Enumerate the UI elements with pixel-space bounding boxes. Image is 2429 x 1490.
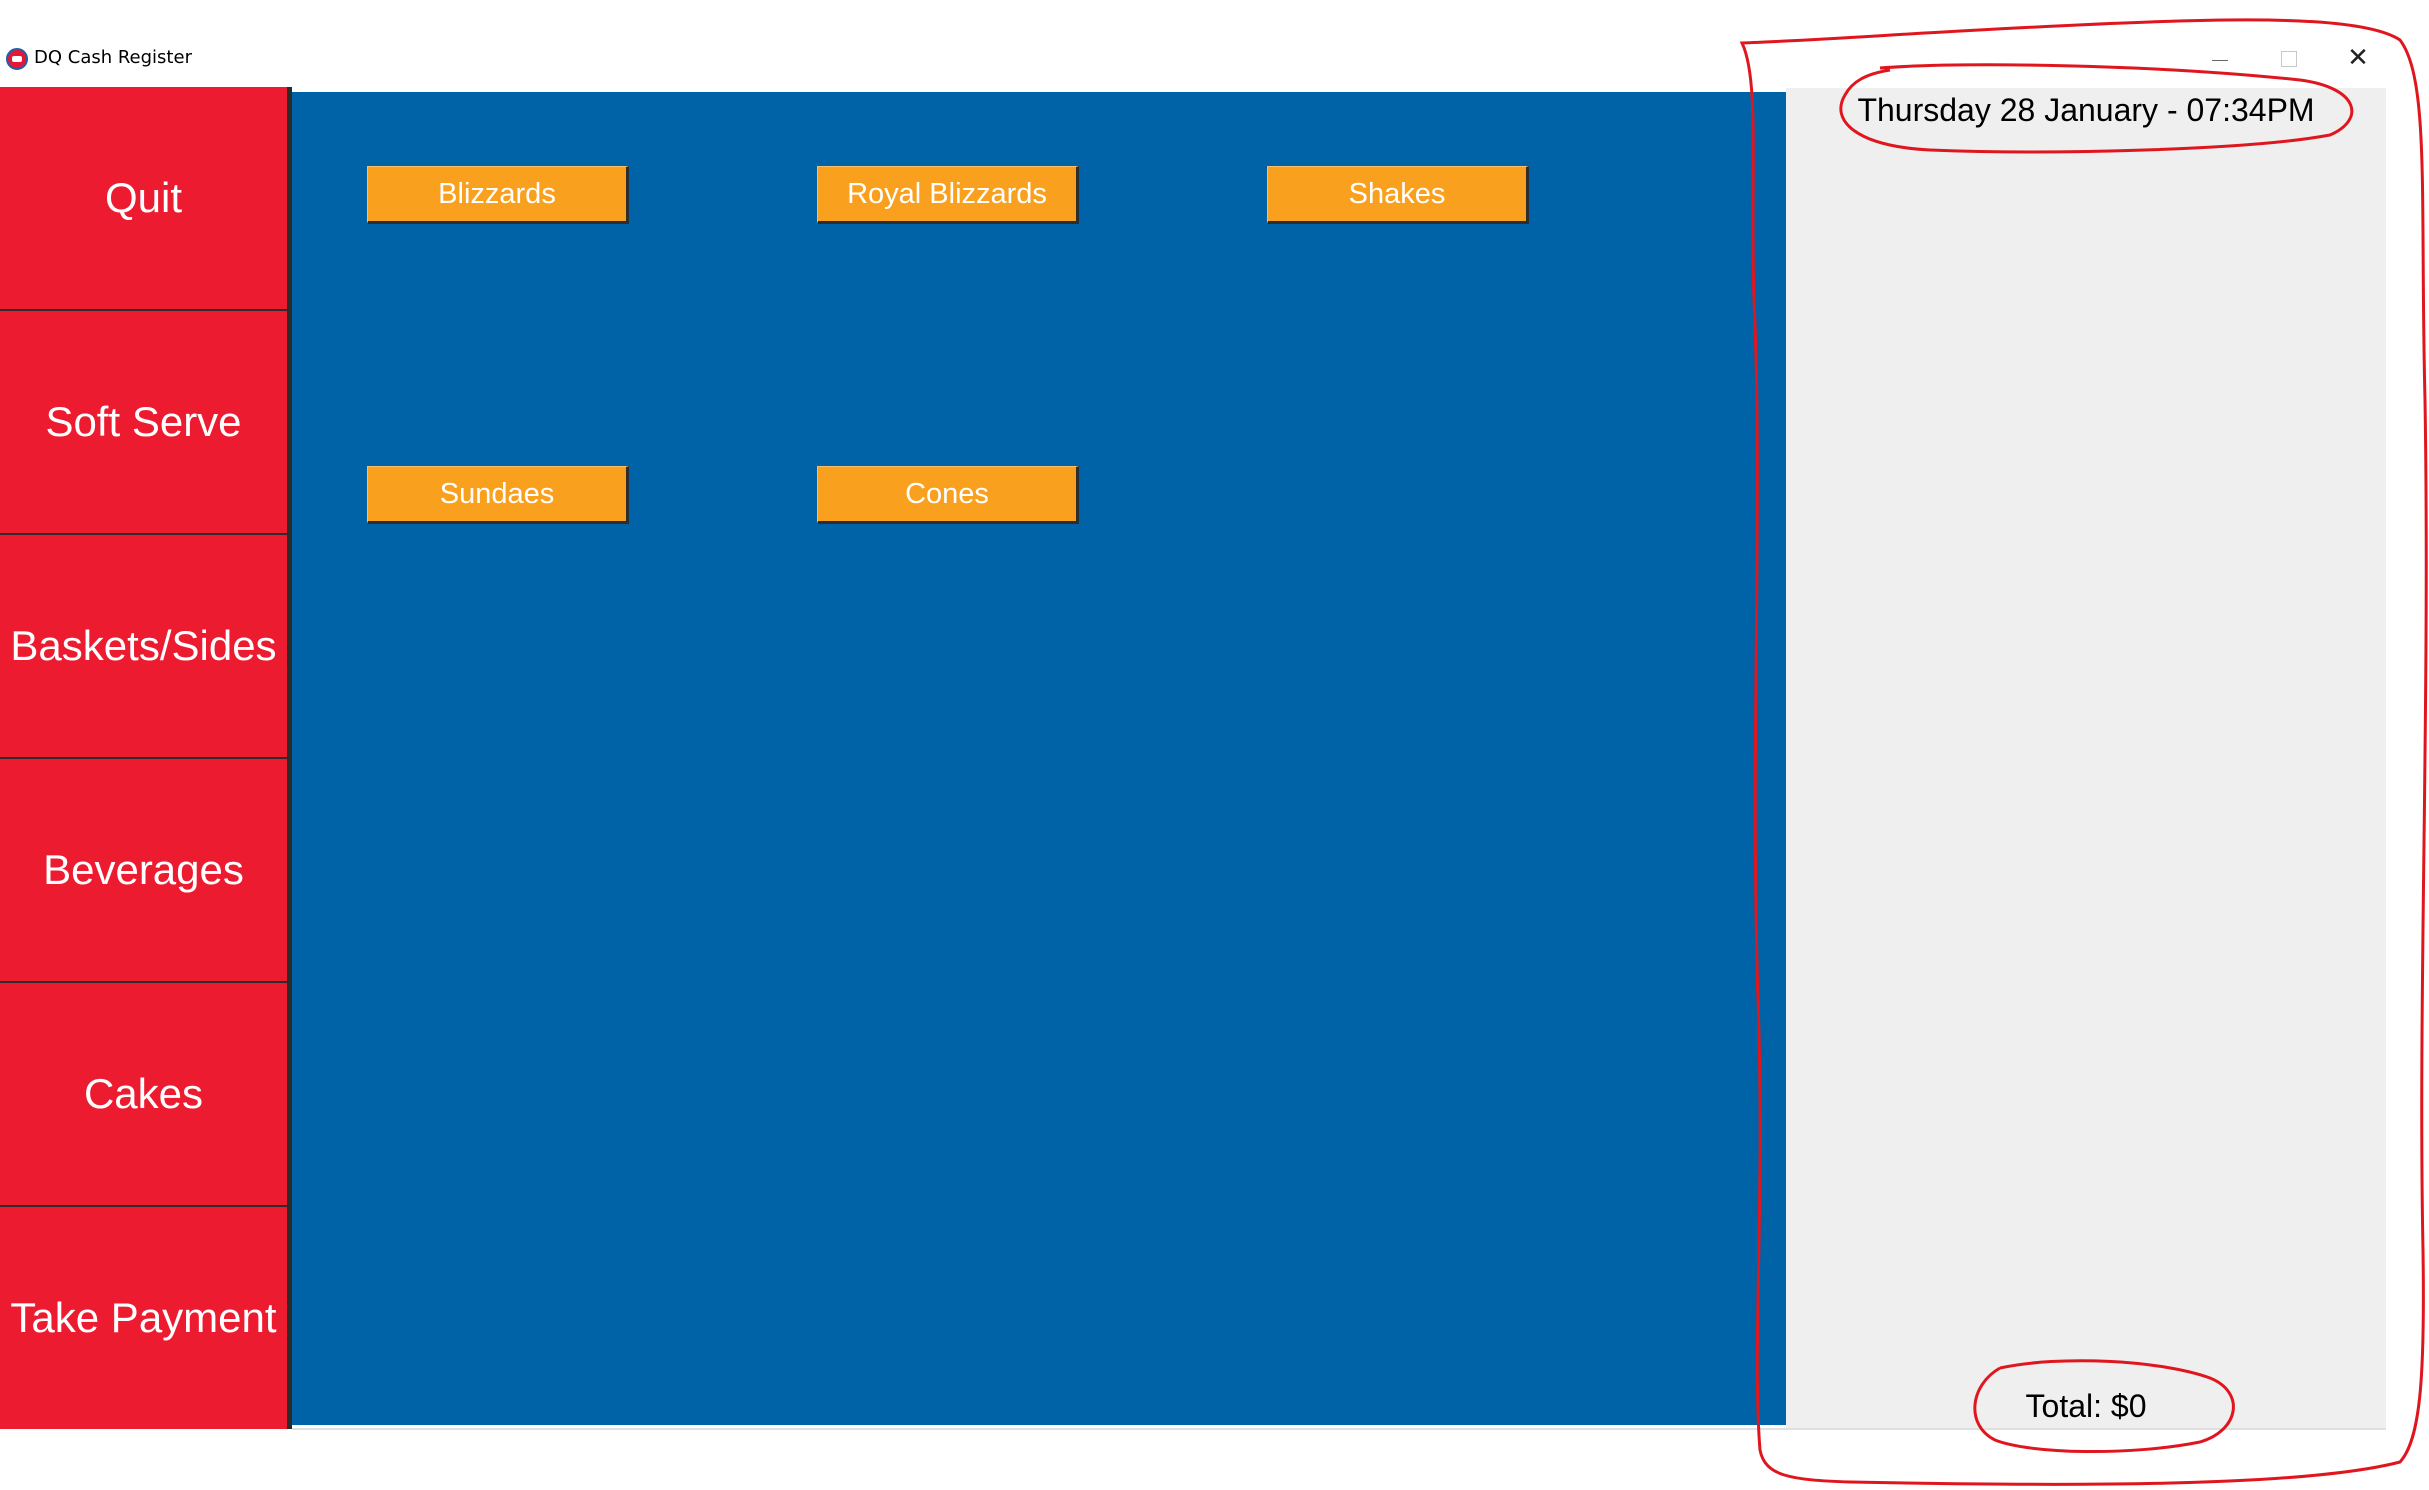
cakes-button[interactable]: Cakes [0,983,289,1205]
royal-blizzards-button[interactable]: Royal Blizzards [817,166,1079,224]
title-bar: DQ Cash Register ✕ [0,0,2390,84]
baskets-sides-button[interactable]: Baskets/Sides [0,535,289,757]
shakes-button[interactable]: Shakes [1267,166,1529,224]
sundaes-button[interactable]: Sundaes [367,466,629,524]
total-label: Total: $0 [2025,1388,2147,1424]
dq-logo-icon [6,48,28,70]
menu-items-panel: Blizzards Royal Blizzards Shakes Sundaes… [292,92,1786,1425]
maximize-icon[interactable] [2263,36,2313,80]
minimize-icon[interactable] [2195,36,2245,80]
soft-serve-button[interactable]: Soft Serve [0,311,289,533]
cones-button[interactable]: Cones [817,466,1079,524]
quit-button[interactable]: Quit [0,87,289,309]
beverages-button[interactable]: Beverages [0,759,289,981]
close-icon[interactable]: ✕ [2333,36,2383,80]
bottom-divider [292,1428,2386,1430]
window-title: DQ Cash Register [34,47,192,68]
app-window: DQ Cash Register ✕ Quit Soft Serve Baske… [0,0,2429,1490]
take-payment-button[interactable]: Take Payment [0,1207,289,1429]
blizzards-button[interactable]: Blizzards [367,166,629,224]
order-panel: Thursday 28 January - 07:34PM Total: $0 [1786,88,2386,1430]
category-sidebar: Quit Soft Serve Baskets/Sides Beverages … [0,87,292,1429]
datetime-label: Thursday 28 January - 07:34PM [1857,92,2315,128]
